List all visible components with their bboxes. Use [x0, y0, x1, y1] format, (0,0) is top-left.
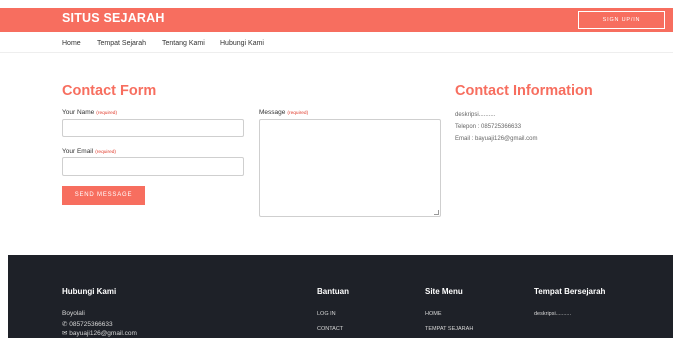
footer-link-home[interactable]: HOME	[425, 311, 442, 317]
name-label: Your Name (required)	[62, 109, 117, 116]
contact-form-title: Contact Form	[62, 83, 157, 99]
footer-phone: ✆ 085725366633	[62, 320, 113, 328]
footer-link-tempat-sejarah[interactable]: TEMPAT SEJARAH	[425, 326, 473, 332]
footer-city: Boyolali	[62, 310, 85, 317]
required-tag: (required)	[287, 111, 309, 116]
contact-info-phone: Telepon : 085725366633	[455, 124, 522, 130]
send-message-button[interactable]: SEND MESSAGE	[62, 186, 145, 205]
contact-info-email: Email : bayuaji126@gmail.com	[455, 136, 538, 142]
phone-icon: ✆	[62, 321, 68, 328]
footer-link-contact[interactable]: CONTACT	[317, 326, 343, 332]
name-label-text: Your Name	[62, 109, 95, 116]
contact-info-title: Contact Information	[455, 83, 593, 99]
footer-phone-text: 085725366633	[69, 321, 113, 328]
footer-tempat-title: Tempat Bersejarah	[534, 287, 606, 296]
email-input[interactable]	[62, 157, 244, 176]
email-label: Your Email (required)	[62, 148, 116, 155]
email-label-text: Your Email	[62, 148, 94, 155]
footer-tempat-description: deskripsi..........	[534, 311, 571, 317]
footer-bantuan-title: Bantuan	[317, 287, 349, 296]
message-label: Message (required)	[259, 109, 308, 116]
footer-link-login[interactable]: LOG IN	[317, 311, 336, 317]
message-label-text: Message	[259, 109, 286, 116]
main-nav: Home Tempat Sejarah Tentang Kami Hubungi…	[0, 33, 673, 53]
name-input[interactable]	[62, 119, 244, 137]
footer-hubungi-title: Hubungi Kami	[62, 287, 117, 296]
footer-email-text: bayuaji126@gmail.com	[69, 330, 137, 337]
contact-info-description: deskripsi..........	[455, 112, 496, 118]
required-tag: (required)	[96, 111, 118, 116]
signup-button[interactable]: SIGN UP/IN	[578, 11, 665, 29]
message-textarea[interactable]	[259, 119, 441, 217]
required-tag: (required)	[95, 150, 116, 155]
site-brand[interactable]: SITUS SEJARAH	[62, 11, 165, 25]
nav-tempat-sejarah[interactable]: Tempat Sejarah	[97, 40, 146, 47]
footer-email: ✉ bayuaji126@gmail.com	[62, 329, 137, 337]
resize-handle-icon[interactable]	[434, 210, 439, 215]
footer-site-menu-title: Site Menu	[425, 287, 463, 296]
footer: Hubungi Kami Boyolali ✆ 085725366633 ✉ b…	[8, 255, 673, 338]
nav-home[interactable]: Home	[62, 40, 81, 47]
nav-tentang-kami[interactable]: Tentang Kami	[162, 40, 205, 47]
mail-icon: ✉	[62, 330, 68, 337]
top-header-bar: SITUS SEJARAH SIGN UP/IN	[0, 8, 673, 32]
nav-hubungi-kami[interactable]: Hubungi Kami	[220, 40, 264, 47]
